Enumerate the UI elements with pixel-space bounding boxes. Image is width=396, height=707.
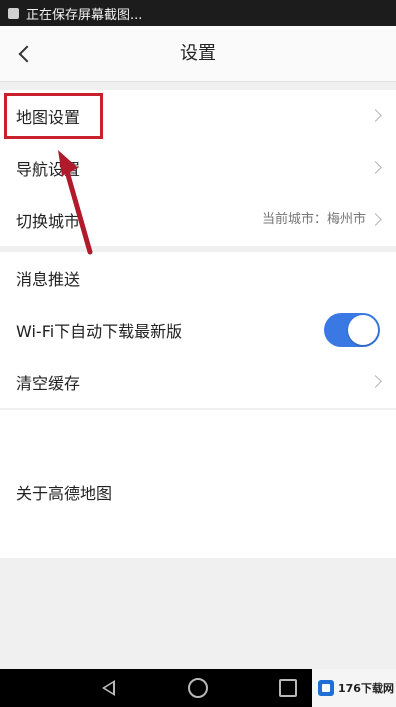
watermark-text: 176下载网 [338, 682, 394, 695]
page-title: 设置 [180, 43, 216, 64]
row-navigation-settings[interactable]: 导航设置 [0, 142, 396, 194]
settings-group-3: 关于高德地图 [0, 466, 396, 558]
empty-section [0, 410, 396, 466]
row-label: Wi-Fi下自动下载最新版 [16, 322, 183, 341]
current-city-value: 当前城市：梅州市 [261, 212, 366, 227]
nav-home-icon[interactable] [188, 678, 208, 698]
row-message-push[interactable]: 消息推送 [0, 252, 396, 304]
row-label: 清空缓存 [16, 374, 81, 393]
nav-recent-apps-icon[interactable] [279, 679, 297, 697]
header: 设置 [0, 26, 396, 82]
screenshot-icon [8, 7, 19, 19]
chevron-right-icon [369, 375, 382, 388]
row-label: 切换城市 [16, 212, 81, 231]
chevron-right-icon [369, 161, 382, 174]
row-label: 导航设置 [16, 160, 81, 179]
status-notification: 正在保存屏幕截图... [26, 7, 143, 23]
row-about-amap[interactable]: 关于高德地图 [0, 466, 396, 518]
row-switch-city[interactable]: 切换城市 当前城市：梅州市 [0, 194, 396, 246]
chevron-right-icon [369, 213, 382, 226]
row-wifi-auto-download: Wi-Fi下自动下载最新版 [0, 304, 396, 356]
watermark-logo-icon [318, 680, 334, 696]
settings-group-1: 地图设置 导航设置 切换城市 当前城市：梅州市 [0, 90, 396, 246]
row-label: 消息推送 [16, 270, 81, 289]
settings-group-2: 消息推送 Wi-Fi下自动下载最新版 清空缓存 [0, 252, 396, 408]
watermark: 176下载网 [312, 669, 396, 707]
row-map-settings[interactable]: 地图设置 [0, 90, 396, 142]
row-clear-cache[interactable]: 清空缓存 [0, 356, 396, 408]
row-label: 地图设置 [16, 108, 81, 127]
chevron-right-icon [369, 109, 382, 122]
wifi-download-toggle[interactable] [324, 313, 380, 347]
toggle-knob [348, 315, 378, 345]
row-label: 关于高德地图 [16, 484, 113, 503]
status-bar: 正在保存屏幕截图... [0, 0, 396, 26]
nav-back-icon[interactable] [102, 680, 115, 696]
